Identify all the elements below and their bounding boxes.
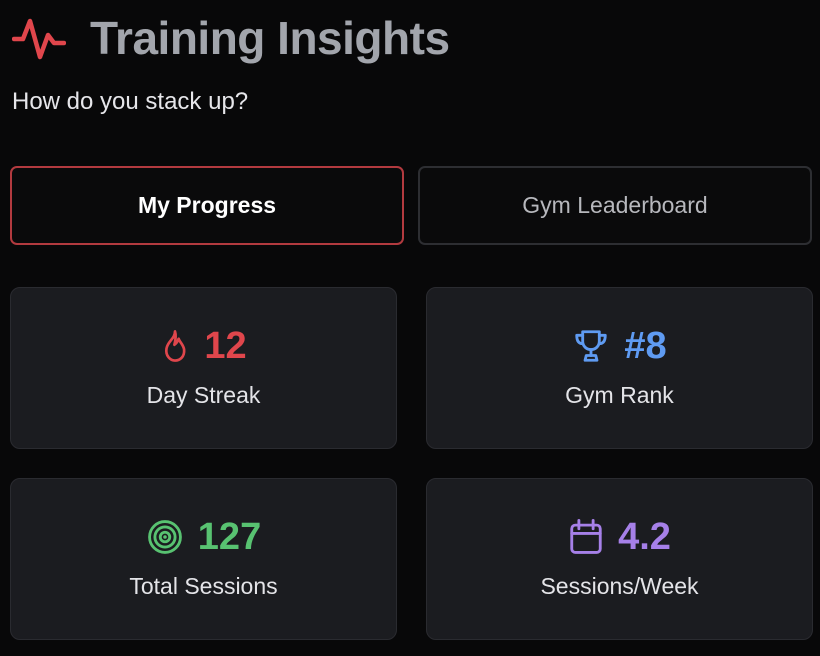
stat-label: Gym Rank (565, 382, 674, 408)
stat-label: Day Streak (146, 382, 261, 408)
stat-label: Sessions/Week (540, 573, 699, 599)
stat-value: 12 (204, 325, 247, 367)
header: Training Insights (12, 8, 450, 68)
trophy-icon (572, 327, 610, 365)
target-icon (146, 518, 184, 556)
calendar-icon (568, 518, 604, 556)
stat-value: 127 (197, 516, 262, 558)
tab-label: My Progress (137, 192, 277, 218)
tab-label: Gym Leaderboard (522, 192, 708, 218)
activity-pulse-icon (12, 8, 66, 68)
stat-card-total-sessions: 127 Total Sessions (10, 478, 397, 640)
page-subtitle: How do you stack up? (12, 88, 249, 115)
stat-card-gym-rank: #8 Gym Rank (426, 287, 813, 449)
training-insights-screen: Training Insights How do you stack up? M… (0, 0, 820, 656)
tab-gym-leaderboard[interactable]: Gym Leaderboard (418, 166, 812, 245)
stat-value: #8 (624, 325, 667, 367)
page-title: Training Insights (90, 12, 450, 64)
flame-icon (160, 329, 190, 363)
stat-card-sessions-per-week: 4.2 Sessions/Week (426, 478, 813, 640)
stat-card-day-streak: 12 Day Streak (10, 287, 397, 449)
tab-my-progress[interactable]: My Progress (10, 166, 404, 245)
stat-label: Total Sessions (129, 573, 278, 599)
stat-value: 4.2 (618, 516, 671, 558)
